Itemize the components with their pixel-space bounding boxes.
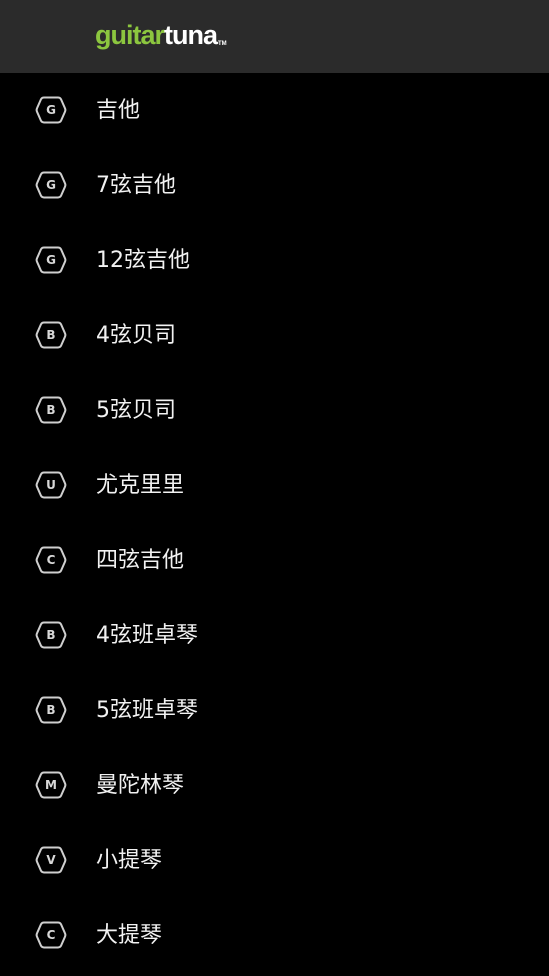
instrument-label: 四弦吉他 [96, 548, 185, 573]
badge-letter: C [46, 553, 56, 567]
hexagon-badge-icon: B [35, 320, 67, 350]
app-header: guitar tuna TM [0, 0, 549, 73]
instrument-item[interactable]: G 12弦吉他 [0, 223, 549, 298]
badge-letter: B [46, 628, 56, 642]
instrument-label: 4弦贝司 [96, 323, 176, 348]
instrument-item[interactable]: C 四弦吉他 [0, 523, 549, 598]
badge-letter: G [46, 178, 56, 192]
hexagon-badge-icon: G [35, 170, 67, 200]
instrument-label: 吉他 [96, 98, 141, 123]
hexagon-badge-icon: M [35, 770, 67, 800]
instrument-label: 小提琴 [96, 848, 163, 873]
instrument-item[interactable]: B 5弦贝司 [0, 373, 549, 448]
logo-tuna-text: tuna [164, 20, 218, 50]
instrument-item[interactable]: B 4弦贝司 [0, 298, 549, 373]
badge-letter: U [46, 478, 56, 492]
badge-letter: B [46, 403, 56, 417]
instrument-label: 曼陀林琴 [96, 773, 185, 798]
badge-letter: M [45, 778, 57, 792]
hexagon-badge-icon: C [35, 920, 67, 950]
instrument-item[interactable]: B 4弦班卓琴 [0, 598, 549, 673]
logo-guitar-text: guitar [95, 20, 165, 50]
instrument-label: 尤克里里 [96, 473, 185, 498]
instrument-label: 5弦班卓琴 [96, 698, 198, 723]
badge-letter: G [46, 103, 56, 117]
logo-trademark: TM [218, 41, 227, 47]
instrument-label: 7弦吉他 [96, 173, 176, 198]
hexagon-badge-icon: G [35, 245, 67, 275]
badge-letter: G [46, 253, 56, 267]
hexagon-badge-icon: B [35, 620, 67, 650]
hexagon-badge-icon: U [35, 470, 67, 500]
instrument-item[interactable]: G 7弦吉他 [0, 148, 549, 223]
instrument-item[interactable]: U 尤克里里 [0, 448, 549, 523]
badge-letter: C [46, 928, 56, 942]
badge-letter: B [46, 328, 56, 342]
instrument-item[interactable]: V 小提琴 [0, 823, 549, 898]
instrument-item[interactable]: B 5弦班卓琴 [0, 673, 549, 748]
instrument-label: 5弦贝司 [96, 398, 176, 423]
hexagon-badge-icon: C [35, 545, 67, 575]
hexagon-badge-icon: B [35, 395, 67, 425]
hexagon-badge-icon: V [35, 845, 67, 875]
hexagon-badge-icon: B [35, 695, 67, 725]
guitartuna-logo: guitar tuna TM [95, 18, 227, 52]
instrument-item[interactable]: G 吉他 [0, 73, 549, 148]
instrument-item[interactable]: C 大提琴 [0, 898, 549, 973]
badge-letter: B [46, 703, 56, 717]
instrument-label: 4弦班卓琴 [96, 623, 198, 648]
instrument-item[interactable]: M 曼陀林琴 [0, 748, 549, 823]
instrument-list: G 吉他 G 7弦吉他 G 12弦吉他 B 4弦贝司 B 5弦贝司 U 尤克里里 C 四弦吉他 B 4弦班卓琴… [0, 73, 549, 976]
hexagon-badge-icon: G [35, 95, 67, 125]
instrument-label: 大提琴 [96, 923, 163, 948]
instrument-label: 12弦吉他 [96, 248, 190, 273]
badge-letter: V [46, 853, 56, 867]
